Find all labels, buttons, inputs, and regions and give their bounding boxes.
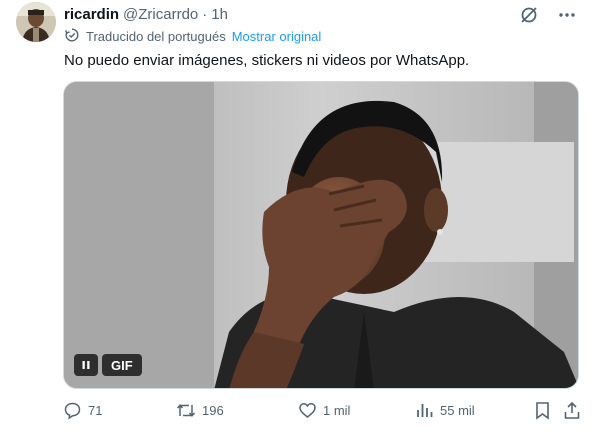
separator-dot: · <box>202 5 208 23</box>
heart-icon <box>298 401 317 420</box>
tweet-text: No puedo enviar imágenes, stickers ni vi… <box>64 52 470 69</box>
more-icon[interactable] <box>556 4 578 26</box>
share-button[interactable] <box>563 401 581 420</box>
translation-row: Traducido del portugués Mostrar original <box>64 27 321 46</box>
gif-media[interactable]: GIF <box>63 81 579 389</box>
views-button[interactable]: 55 mil <box>415 401 475 420</box>
reply-button[interactable]: 71 <box>63 401 102 420</box>
retweet-icon <box>176 401 196 420</box>
translation-label: Traducido del portugués <box>86 29 226 44</box>
like-button[interactable]: 1 mil <box>298 401 350 420</box>
timestamp[interactable]: 1h <box>211 6 228 23</box>
grok-icon[interactable] <box>518 4 540 26</box>
pause-icon[interactable] <box>74 354 98 376</box>
gif-badge: GIF <box>102 354 142 376</box>
author-handle[interactable]: @Zricarrdo <box>123 6 198 23</box>
avatar[interactable] <box>16 2 56 42</box>
gif-controls: GIF <box>74 354 142 376</box>
translate-icon <box>64 27 80 46</box>
tweet: ricardin @Zricarrdo · 1h Traducido del p… <box>0 0 592 442</box>
reply-icon <box>63 401 82 420</box>
show-original-link[interactable]: Mostrar original <box>232 29 322 44</box>
share-icon <box>563 401 581 420</box>
tweet-header: ricardin @Zricarrdo · 1h <box>64 4 228 24</box>
views-count: 55 mil <box>440 403 475 418</box>
views-icon <box>415 401 434 420</box>
header-actions <box>518 4 578 26</box>
bookmark-icon <box>534 401 551 420</box>
reply-count: 71 <box>88 403 103 418</box>
author-name[interactable]: ricardin <box>64 6 119 23</box>
bookmark-button[interactable] <box>534 401 551 420</box>
like-count: 1 mil <box>323 403 351 418</box>
retweet-button[interactable]: 196 <box>176 401 224 420</box>
retweet-count: 196 <box>202 403 224 418</box>
tweet-actions: 71 196 1 mil 55 mil <box>63 401 583 423</box>
gif-frame <box>64 82 578 388</box>
